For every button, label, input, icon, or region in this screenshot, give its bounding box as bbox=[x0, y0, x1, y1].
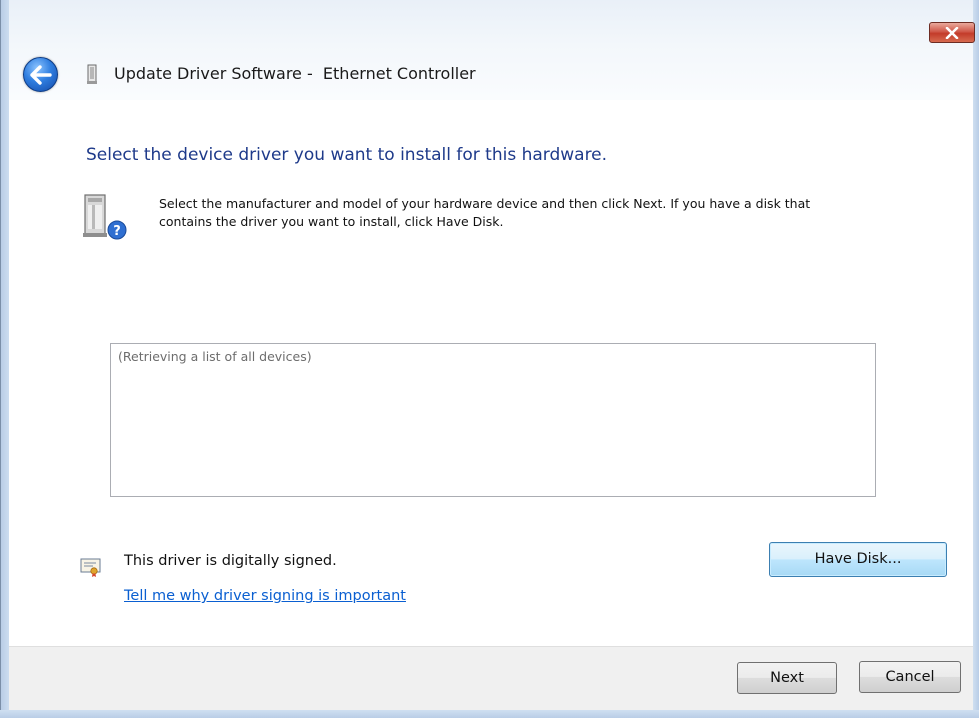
hardware-help-icon: ? bbox=[83, 194, 127, 240]
wizard-header bbox=[9, 0, 973, 100]
device-list[interactable]: (Retrieving a list of all devices) bbox=[110, 343, 876, 497]
window-title: Update Driver Software - Ethernet Contro… bbox=[114, 64, 476, 83]
close-icon bbox=[945, 27, 959, 39]
window-border-bottom bbox=[0, 710, 979, 718]
back-arrow-icon bbox=[30, 65, 52, 85]
page-heading: Select the device driver you want to ins… bbox=[86, 145, 608, 165]
close-button[interactable] bbox=[929, 22, 975, 43]
certificate-icon bbox=[80, 558, 101, 577]
device-list-status: (Retrieving a list of all devices) bbox=[118, 349, 312, 364]
window-border-right bbox=[973, 0, 979, 718]
driver-signing-link[interactable]: Tell me why driver signing is important bbox=[124, 588, 406, 604]
svg-text:?: ? bbox=[113, 224, 121, 239]
instruction-text: Select the manufacturer and model of you… bbox=[159, 196, 811, 229]
next-button[interactable]: Next bbox=[737, 662, 837, 694]
signed-status-text: This driver is digitally signed. bbox=[124, 553, 337, 569]
back-button[interactable] bbox=[23, 57, 58, 92]
device-icon bbox=[87, 64, 97, 84]
cancel-button[interactable]: Cancel bbox=[859, 661, 961, 693]
have-disk-button[interactable]: Have Disk... bbox=[769, 542, 947, 577]
